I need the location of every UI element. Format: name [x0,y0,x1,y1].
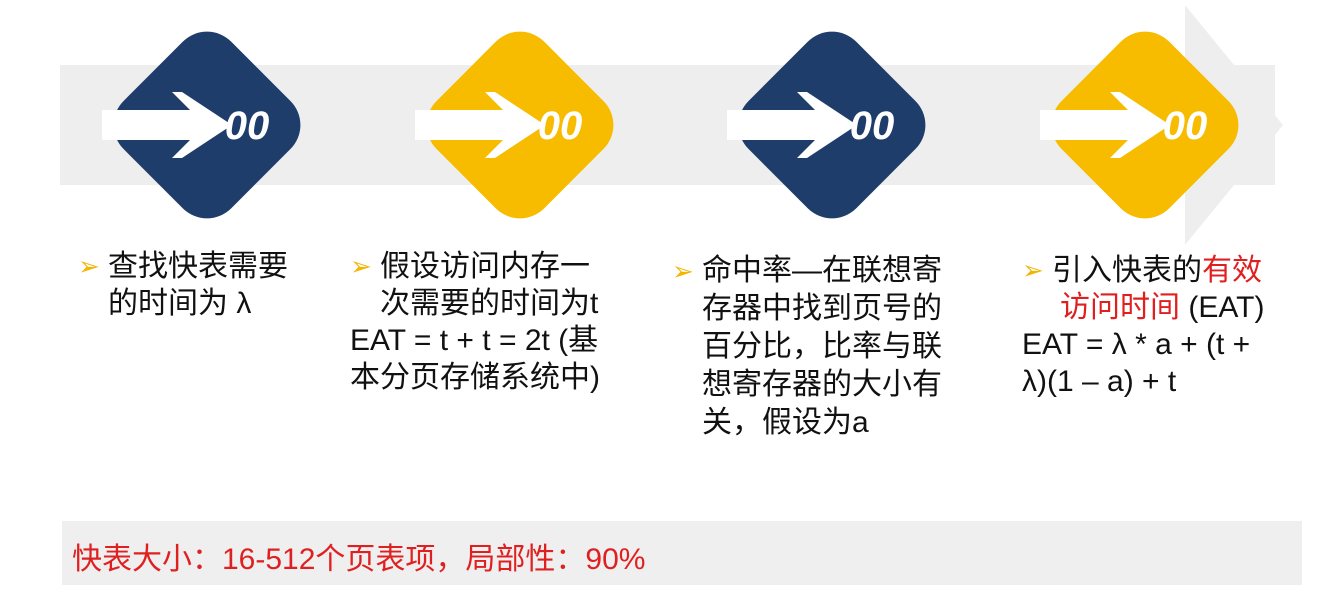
summary-text: 快表大小：16-512个页表项，局部性：90% [72,543,646,576]
bullet-arrow-icon: ➢ [350,251,372,281]
bullet-arrow-icon: ➢ [78,251,100,281]
step-3-line-1: 命中率—在联想寄 [702,254,942,287]
step-3-line-3: 百分比，比率与联 [702,330,942,363]
step-3-line-5: 关，假设为a [702,406,869,439]
step-3-number: 00 [850,104,895,148]
step-1-number: 00 [225,104,270,148]
step-2-line-4: 本分页存储系统中) [350,361,600,394]
step-2-line-1: 假设访问内存一 [380,250,590,283]
step-3-marker: 00 [727,31,926,219]
bullet-arrow-icon: ➢ [1022,255,1044,285]
step-4-line-3: EAT = λ * a + (t + [1022,328,1251,361]
step-4-line-2b: (EAT) [1180,291,1265,324]
step-3-line-4: 想寄存器的大小有 [702,368,942,401]
step-3-line-2: 存器中找到页号的 [702,292,942,325]
step-2-line-3: EAT = t + t = 2t (基 [350,324,599,357]
step-2-text: ➢ 假设访问内存一 次需要的时间为t EAT = t + t = 2t (基 本分… [350,248,600,396]
step-4-line-1b-highlight: 有效 [1202,254,1262,287]
step-1-line-2: 的时间为 λ [108,287,252,320]
step-4-line-2a-highlight: 访问时间 [1060,291,1180,324]
step-4-text: ➢ 引入快表的有效 访问时间 (EAT) EAT = λ * a + (t + λ… [1022,252,1264,400]
summary-bar: 快表大小：16-512个页表项，局部性：90% [62,521,1302,585]
step-1-text: ➢ 查找快表需要 的时间为 λ [78,248,288,322]
step-3-text: ➢ 命中率—在联想寄 存器中找到页号的 百分比，比率与联 想寄存器的大小有 关，假… [672,252,942,442]
bullet-arrow-icon: ➢ [672,256,694,286]
step-1-line-1: 查找快表需要 [108,250,288,283]
step-2-line-2: 次需要的时间为t [380,287,599,320]
step-2-marker: 00 [415,31,614,219]
step-1-marker: 00 [102,31,301,219]
step-2-number: 00 [538,104,583,148]
step-4-line-1a: 引入快表的 [1052,254,1202,287]
step-4-number: 00 [1163,104,1208,148]
step-4-line-4: λ)(1 – a) + t [1022,365,1177,398]
